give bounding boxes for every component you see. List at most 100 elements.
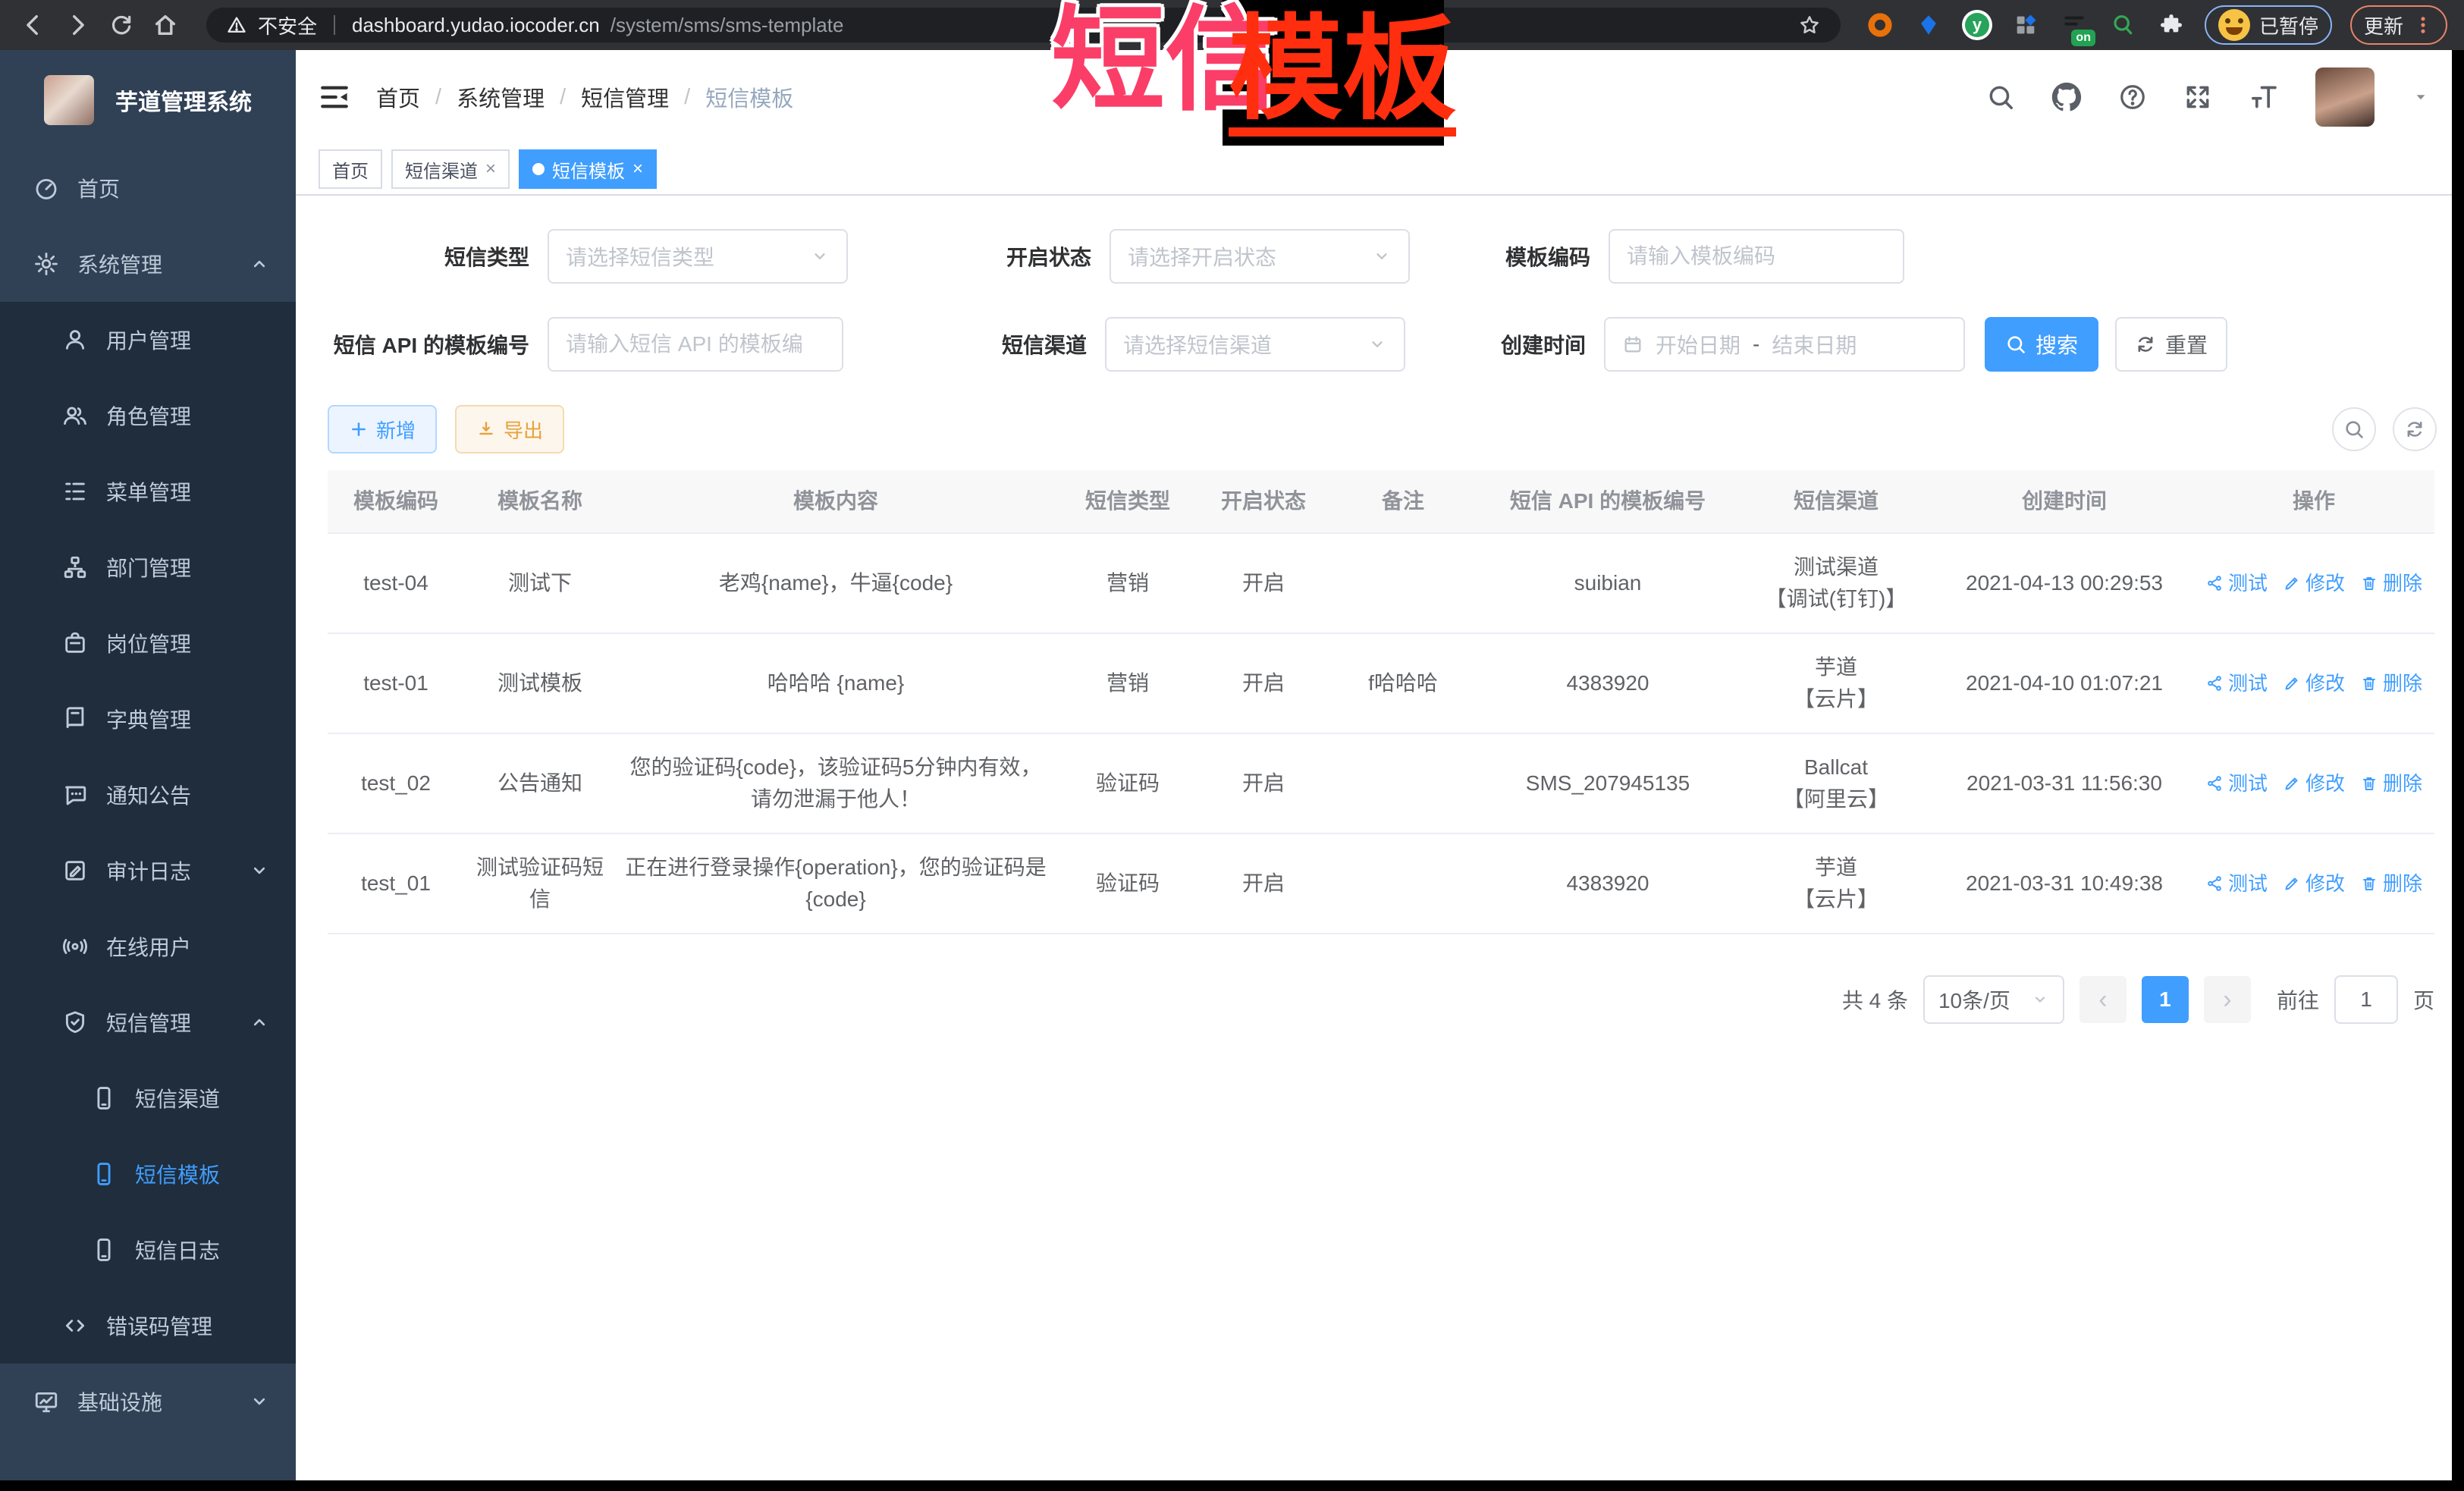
tab-sms-channel[interactable]: 短信渠道 × [391,149,510,189]
show-search-toggle-button[interactable] [2332,407,2376,451]
template-code-field[interactable] [1609,229,1904,284]
sidebar-item-notice[interactable]: 通知公告 [0,757,296,833]
sidebar-item-label: 岗位管理 [106,628,191,658]
sidebar-item-dept-mgmt[interactable]: 部门管理 [0,529,296,605]
edit-link[interactable]: 修改 [2283,567,2345,599]
tab-sms-template[interactable]: 短信模板 × [519,149,657,189]
test-link[interactable]: 测试 [2205,567,2268,599]
browser-reload-icon[interactable] [105,8,138,42]
search-button[interactable]: 搜索 [1985,317,2098,372]
sidebar-item-sms-channel[interactable]: 短信渠道 [0,1060,296,1136]
test-link[interactable]: 测试 [2205,767,2268,799]
address-bar[interactable]: 不安全 dashboard.yudao.iocoder.cn/system/sm… [206,8,1841,42]
tags-view: 首页 短信渠道 × 短信模板 × [296,144,2464,196]
browser-back-icon[interactable] [17,8,50,42]
add-button[interactable]: 新增 [328,405,437,454]
github-icon[interactable] [2051,82,2082,112]
sidebar-item-sms-mgmt[interactable]: 短信管理 [0,984,296,1060]
next-page-button[interactable]: › [2204,976,2251,1023]
breadcrumb-item[interactable]: 系统管理 [457,81,545,113]
sidebar-item-online-users[interactable]: 在线用户 [0,909,296,984]
template-code-input[interactable] [1627,244,1886,268]
bookmark-star-icon[interactable] [1798,14,1821,36]
delete-link[interactable]: 删除 [2360,667,2422,699]
sidebar-item-sms-template[interactable]: 短信模板 [0,1136,296,1212]
test-link[interactable]: 测试 [2205,667,2268,699]
sms-template-table: 模板编码 模板名称 模板内容 短信类型 开启状态 备注 短信 API 的模板编号… [328,470,2434,934]
extension-gem-icon[interactable] [1913,10,1944,40]
sidebar-item-role-mgmt[interactable]: 角色管理 [0,378,296,454]
tab-home[interactable]: 首页 [319,149,382,189]
extension-donut-icon[interactable] [1865,10,1895,40]
delete-link[interactable]: 删除 [2360,567,2422,599]
sidebar-submenu-system: 用户管理 角色管理 菜单管理 部门管理 岗位管理 [0,302,296,1364]
cell-remark [1327,573,1479,594]
help-icon[interactable] [2118,83,2147,111]
font-size-icon[interactable] [2249,82,2279,112]
edit-icon [2283,774,2301,793]
extension-magnifier-icon[interactable] [2108,10,2138,40]
cell-channel: 芋道【云片】 [1737,841,1935,926]
browser-forward-icon[interactable] [61,8,94,42]
avatar[interactable] [2315,67,2375,127]
sms-type-select[interactable]: 请选择短信类型 [548,229,848,284]
sidebar-item-post-mgmt[interactable]: 岗位管理 [0,605,296,681]
fullscreen-icon[interactable] [2183,83,2212,111]
sidebar: 芋道管理系统 首页 系统管理 用户管理 角色管理 [0,50,296,1491]
reset-button[interactable]: 重置 [2115,317,2227,372]
sidebar-item-error-code-mgmt[interactable]: 错误码管理 [0,1288,296,1364]
delete-link[interactable]: 删除 [2360,868,2422,899]
select-placeholder: 请选择短信渠道 [1123,329,1272,359]
active-dot [532,163,545,175]
sidebar-item-dict-mgmt[interactable]: 字典管理 [0,681,296,757]
app-logo-row[interactable]: 芋道管理系统 [0,50,296,150]
sidebar-item-home[interactable]: 首页 [0,150,296,226]
breadcrumb-item[interactable]: 短信管理 [581,81,669,113]
breadcrumb-item-current: 短信模板 [705,81,793,113]
test-link[interactable]: 测试 [2205,868,2268,899]
api-template-id-input[interactable] [566,332,825,356]
extension-y-icon[interactable]: y [1962,10,1992,40]
close-icon[interactable]: × [485,159,496,180]
table-row: test_02 公告通知 您的验证码{code}，该验证码5分钟内有效，请勿泄漏… [328,734,2434,834]
sidebar-item-menu-mgmt[interactable]: 菜单管理 [0,454,296,529]
sidebar-item-audit-log[interactable]: 审计日志 [0,833,296,909]
cell-channel: 测试渠道【调试(钉钉)】 [1737,541,1935,626]
sidebar-item-user-mgmt[interactable]: 用户管理 [0,302,296,378]
status-select[interactable]: 请选择开启状态 [1110,229,1410,284]
extension-on-icon[interactable]: on [2059,10,2089,40]
breadcrumb-item[interactable]: 首页 [376,81,420,113]
create-time-range-picker[interactable]: 开始日期 - 结束日期 [1604,317,1965,372]
delete-link[interactable]: 删除 [2360,767,2422,799]
extension-grid-icon[interactable] [2010,10,2041,40]
extensions-puzzle-icon[interactable] [2156,10,2186,40]
menu-fold-icon[interactable] [319,81,350,113]
comment-icon [62,782,88,808]
chevron-down-icon [1367,334,1387,354]
refresh-table-button[interactable] [2393,407,2437,451]
api-template-id-field[interactable] [548,317,843,372]
browser-home-icon[interactable] [149,8,182,42]
page-size-select[interactable]: 10条/页 [1923,975,2064,1024]
prev-page-button[interactable]: ‹ [2079,976,2127,1023]
caret-down-icon[interactable] [2411,87,2431,107]
close-icon[interactable]: × [632,159,643,180]
sidebar-item-system-mgmt[interactable]: 系统管理 [0,226,296,302]
header-search-icon[interactable] [1986,83,2015,111]
profile-emoji-avatar [2218,9,2250,41]
export-button[interactable]: 导出 [455,405,564,454]
share-icon [2205,774,2224,793]
browser-menu-dots-icon[interactable] [2412,14,2434,36]
edit-link[interactable]: 修改 [2283,767,2345,799]
sidebar-item-sms-log[interactable]: 短信日志 [0,1212,296,1288]
edit-link[interactable]: 修改 [2283,868,2345,899]
profile-paused-pill[interactable]: 已暂停 [2205,5,2332,45]
edit-link[interactable]: 修改 [2283,667,2345,699]
page-1-button[interactable]: 1 [2142,976,2189,1023]
search-icon [2343,419,2365,440]
org-chart-icon [62,554,88,580]
goto-page-input[interactable] [2334,975,2398,1024]
sidebar-item-infrastructure[interactable]: 基础设施 [0,1364,296,1439]
browser-update-button[interactable]: 更新 [2350,5,2447,45]
sms-channel-select[interactable]: 请选择短信渠道 [1105,317,1405,372]
